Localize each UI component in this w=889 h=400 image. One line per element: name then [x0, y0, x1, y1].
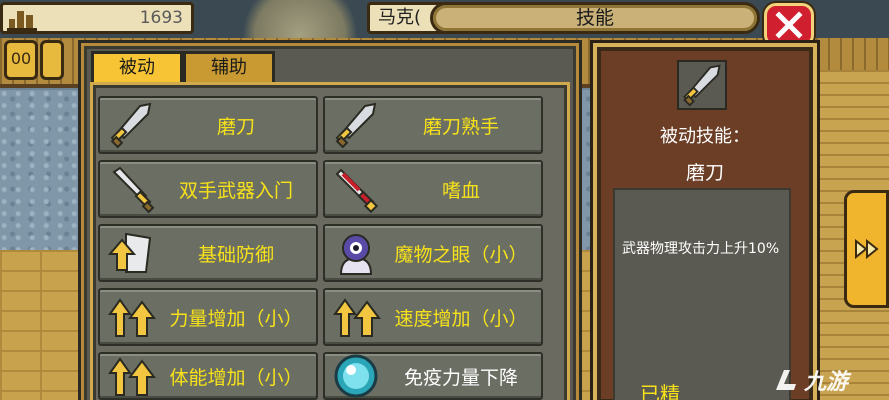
- double-chevron-right-icon: [854, 239, 879, 259]
- skill-button[interactable]: 磨刀: [98, 96, 318, 154]
- skill-type-label: 被动技能：: [660, 126, 750, 147]
- tab-support[interactable]: 辅助: [183, 51, 275, 83]
- skill-button[interactable]: 免疫力量下降: [323, 352, 543, 400]
- sword-icon: [335, 102, 377, 149]
- skill-button[interactable]: 体能增加（小）: [98, 352, 318, 400]
- skill-button[interactable]: 双手武器入门: [98, 160, 318, 218]
- skill-button[interactable]: 基础防御: [98, 224, 318, 282]
- skill-label: 磨刀: [216, 115, 255, 138]
- tab-passive[interactable]: 被动: [91, 51, 183, 83]
- monster-eye-icon: [339, 234, 373, 275]
- shield-up-icon: [107, 232, 152, 273]
- sword-icon: [110, 102, 152, 149]
- selected-skill-name: 磨刀: [685, 162, 724, 184]
- skill-label: 免疫力量下降: [403, 366, 518, 389]
- skill-label: 力量增加（小）: [169, 307, 303, 330]
- blood-dagger-icon: [335, 168, 379, 214]
- watermark-logo-icon: [776, 370, 796, 390]
- skill-description: 武器物理攻击力上升10%: [622, 241, 780, 257]
- sword-icon: [683, 64, 721, 107]
- selected-skill-icon: [677, 60, 727, 110]
- stamina-up-icon: [108, 357, 156, 396]
- skill-label: 速度增加（小）: [394, 307, 528, 330]
- description-box: [613, 188, 791, 400]
- speed-toggle-button[interactable]: 00: [4, 40, 38, 80]
- skill-label: 嗜血: [441, 179, 480, 202]
- greatsword-icon: [112, 166, 155, 214]
- skill-label: 基础防御: [197, 243, 274, 266]
- next-page-button[interactable]: [844, 190, 889, 308]
- menu-button[interactable]: [40, 40, 64, 80]
- skill-button[interactable]: 嗜血: [323, 160, 543, 218]
- gold-counter: 1693: [0, 2, 194, 34]
- skill-label: 双手武器入门: [178, 179, 293, 202]
- strength-up-icon: [108, 298, 156, 337]
- orb-icon: [334, 354, 378, 398]
- mastery-status: 已精: [640, 382, 680, 400]
- skill-button[interactable]: 磨刀熟手: [323, 96, 543, 154]
- skill-label: 魔物之眼（小）: [394, 243, 528, 266]
- skill-button[interactable]: 魔物之眼（小）: [323, 224, 543, 282]
- window-title: 技能: [430, 2, 760, 34]
- close-icon: [775, 11, 803, 39]
- skill-label: 体能增加（小）: [169, 366, 303, 389]
- watermark: 九游: [770, 360, 889, 400]
- building-icon: [7, 11, 37, 31]
- skill-label: 磨刀熟手: [422, 115, 499, 138]
- watermark-text: 九游: [804, 370, 849, 395]
- gold-value: 1693: [139, 8, 183, 28]
- skill-button[interactable]: 力量增加（小）: [98, 288, 318, 346]
- skill-button[interactable]: 速度增加（小）: [323, 288, 543, 346]
- speed-up-icon: [333, 298, 381, 337]
